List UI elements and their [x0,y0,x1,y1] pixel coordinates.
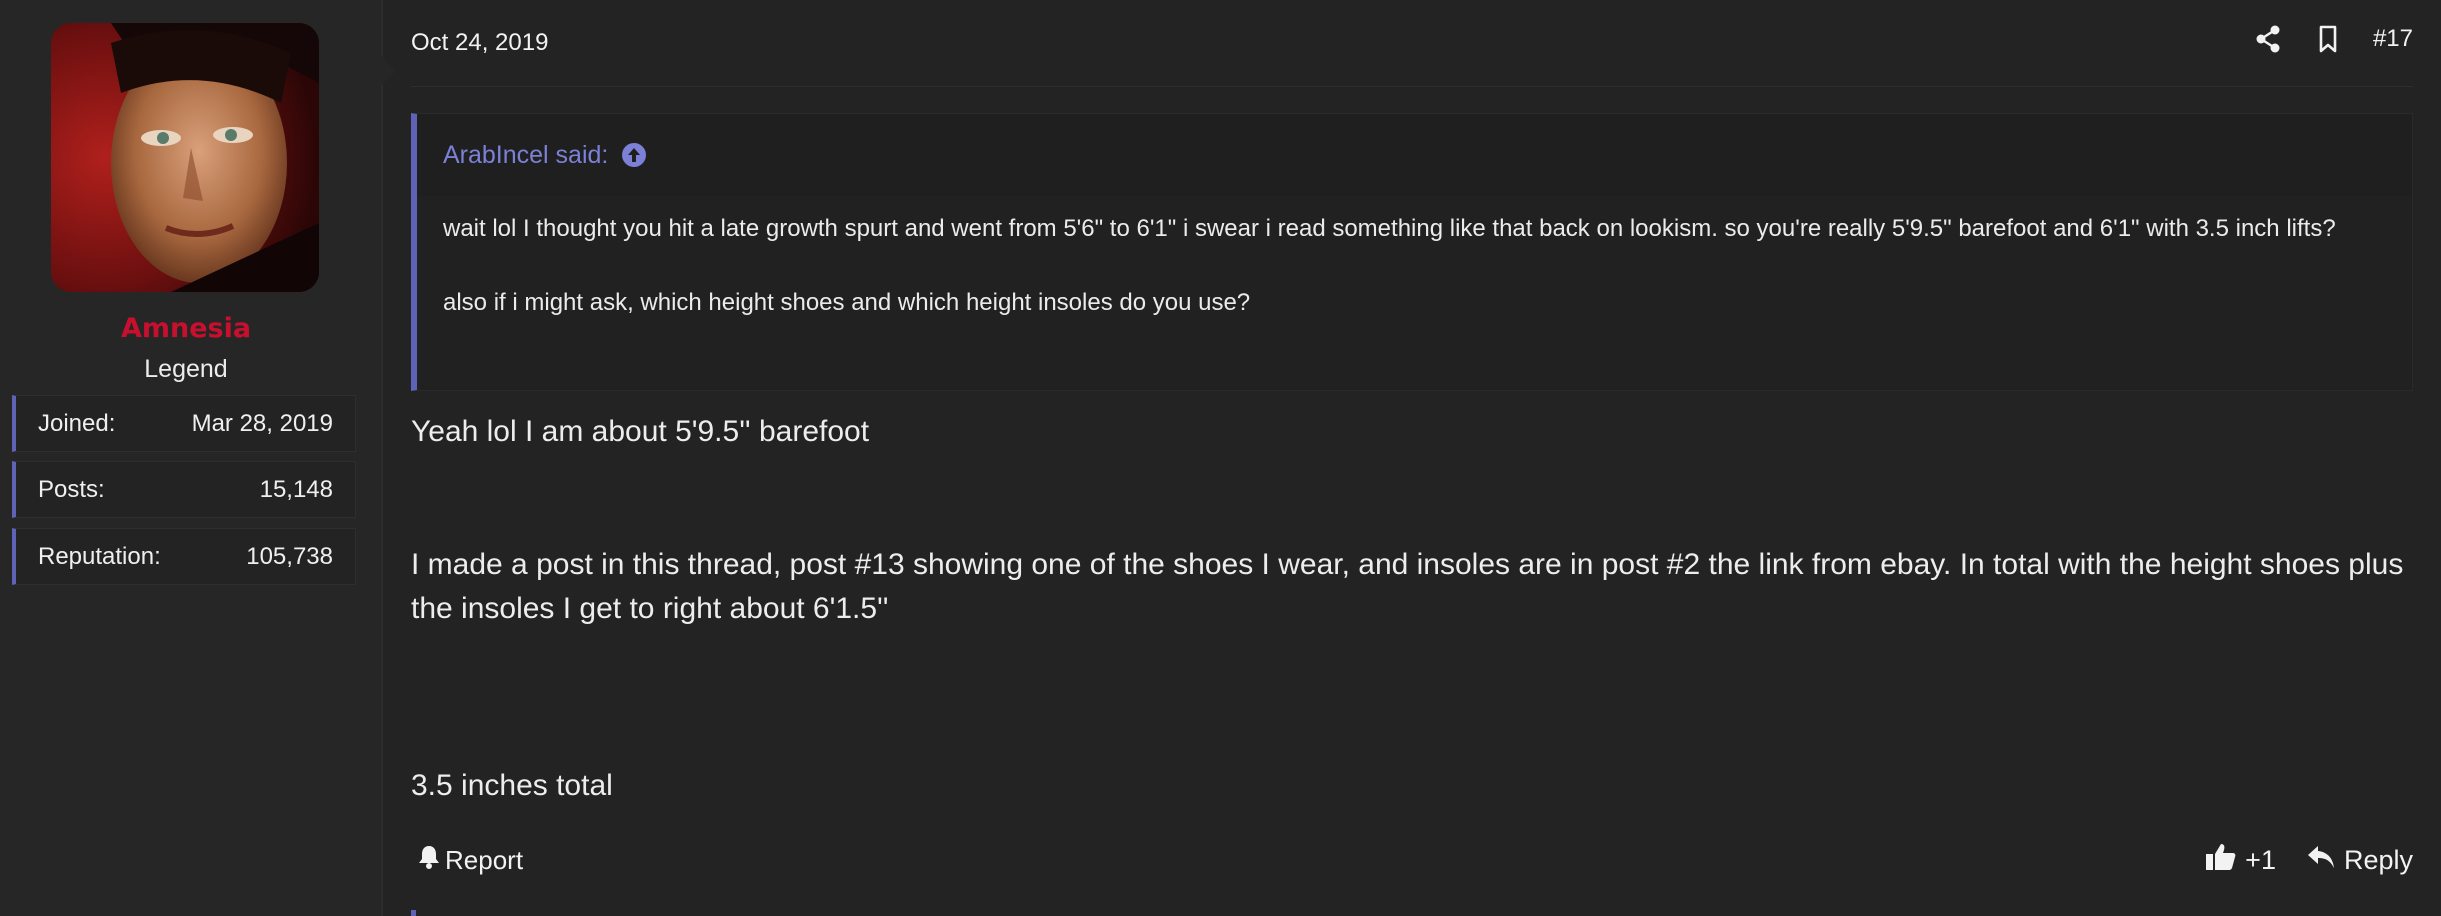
quote-block: ArabIncel said: wait lol I thought you h… [411,113,2413,391]
quote-paragraph: also if i might ask, which height shoes … [443,289,1251,316]
post-header: Oct 24, 2019 #17 [411,0,2413,87]
stat-label: Posts: [38,475,105,503]
post-footer: Report +1 Reply [411,838,2413,882]
reply-arrow-icon [2306,843,2336,878]
post-main: Oct 24, 2019 #17 ArabIncel said: wait lo… [383,0,2441,916]
thumbs-up-icon [2205,842,2237,879]
stat-joined: Joined: Mar 28, 2019 [12,395,356,452]
user-title: Legend [144,355,228,383]
stat-value[interactable]: 15,148 [260,476,333,504]
post-header-actions: #17 [2253,24,2413,54]
share-icon[interactable] [2253,24,2283,54]
message-paragraph: I made a post in this thread, post #13 s… [411,548,2404,625]
reply-button[interactable]: Reply [2306,843,2413,878]
post-number-link[interactable]: #17 [2373,25,2413,53]
like-button[interactable]: +1 [2205,842,2276,879]
arrow-up-circle-icon[interactable] [620,141,648,169]
reaction-count: +1 [2245,844,2276,875]
avatar-image [51,23,319,292]
stat-label: Joined: [38,409,116,437]
username[interactable]: Amnesia [0,313,372,344]
quote-body: wait lol I thought you hit a late growth… [417,196,2412,321]
stat-label: Reputation: [38,542,161,570]
report-button[interactable]: Report [417,844,523,877]
quote-title[interactable]: ArabIncel said: [417,114,2412,196]
message-line: Yeah lol I am about 5'9.5'' barefoot [411,415,870,448]
reply-label: Reply [2343,844,2413,875]
post-date[interactable]: Oct 24, 2019 [411,29,548,57]
user-sidebar: Amnesia Legend Joined: Mar 28, 2019 Post… [0,0,396,916]
bookmark-icon[interactable] [2313,24,2343,54]
bell-icon [417,844,441,877]
stat-value: Mar 28, 2019 [191,409,333,437]
stat-value: 105,738 [246,542,333,570]
stat-reputation: Reputation: 105,738 [12,528,356,585]
message-line: 3.5 inches total [411,769,613,802]
next-quote-edge [411,910,416,916]
footer-actions: +1 Reply [2205,842,2413,879]
report-label: Report [445,844,524,875]
avatar[interactable] [51,23,319,292]
quote-author[interactable]: ArabIncel said: [443,141,608,170]
forum-post: Amnesia Legend Joined: Mar 28, 2019 Post… [0,0,2441,916]
stat-posts: Posts: 15,148 [12,461,356,518]
quote-paragraph: wait lol I thought you hit a late growth… [443,215,2336,242]
